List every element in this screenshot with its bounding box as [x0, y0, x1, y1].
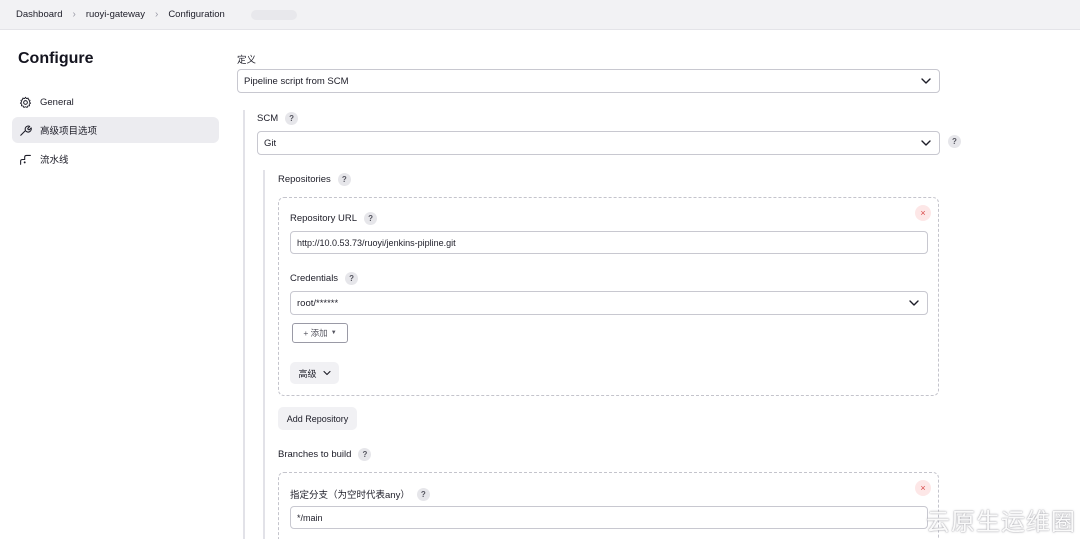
- add-credentials-label: + 添加: [303, 328, 328, 338]
- help-icon[interactable]: ?: [337, 173, 351, 186]
- definition-label: 定义: [237, 55, 257, 66]
- advanced-button[interactable]: 高级: [290, 362, 339, 384]
- help-icon[interactable]: ?: [358, 448, 372, 461]
- repository-url-input[interactable]: http://10.0.53.73/ruoyi/jenkins-pipline.…: [290, 231, 928, 254]
- sidebar-item-label: General: [40, 96, 74, 108]
- repositories-label: Repositories ?: [278, 173, 351, 186]
- branch-specifier-input[interactable]: */main: [290, 506, 928, 529]
- chevron-down-icon: [322, 370, 331, 376]
- scm-label-text: SCM: [257, 113, 279, 124]
- chevron-down-icon: [921, 78, 931, 84]
- branches-label-text: Branches to build: [278, 449, 352, 460]
- credentials-label: Credentials ?: [290, 272, 359, 285]
- subsection-indent-line: [263, 170, 265, 539]
- breadcrumb: Dashboard › ruoyi-gateway › Configuratio…: [0, 0, 1080, 30]
- scm-select[interactable]: Git: [257, 131, 940, 155]
- repository-url-label: Repository URL ?: [290, 212, 378, 225]
- repository-url-label-text: Repository URL: [290, 213, 358, 224]
- branch-specifier-label: 指定分支（为空时代表any） ?: [290, 487, 430, 501]
- gear-icon: [19, 96, 32, 108]
- sidebar-item-general[interactable]: General: [12, 89, 219, 115]
- chevron-right-icon: ›: [154, 9, 159, 20]
- watermark: 云原生运维圈: [926, 508, 1076, 536]
- repositories-label-text: Repositories: [278, 174, 331, 185]
- scm-value: Git: [264, 137, 277, 149]
- help-icon[interactable]: ?: [364, 212, 378, 225]
- definition-value: Pipeline script from SCM: [244, 75, 349, 87]
- add-repository-button[interactable]: Add Repository: [278, 407, 357, 430]
- sidebar-item-label: 流水线: [40, 155, 69, 166]
- credentials-label-text: Credentials: [290, 273, 339, 284]
- sidebar-item-pipeline[interactable]: 流水线: [12, 146, 219, 172]
- caret-down-icon: ▼: [330, 330, 337, 336]
- help-icon[interactable]: ?: [416, 487, 430, 501]
- section-indent-line: [243, 110, 245, 539]
- add-credentials-button[interactable]: + 添加 ▼: [292, 323, 348, 343]
- sidebar-item-advanced[interactable]: 高级项目选项: [12, 117, 219, 143]
- close-icon[interactable]: ×: [915, 205, 931, 221]
- help-icon[interactable]: ?: [948, 135, 961, 148]
- sidebar-item-label: 高级项目选项: [40, 126, 98, 137]
- breadcrumb-dashboard[interactable]: Dashboard: [12, 9, 66, 20]
- scm-label: SCM ?: [257, 112, 299, 125]
- advanced-label: 高级: [298, 368, 317, 379]
- chevron-down-icon: [921, 140, 931, 146]
- page-title: Configure: [18, 50, 94, 67]
- definition-select[interactable]: Pipeline script from SCM: [237, 69, 940, 93]
- pipeline-icon: [20, 154, 31, 165]
- close-icon[interactable]: ×: [915, 480, 931, 496]
- branch-specifier-label-text: 指定分支（为空时代表any）: [290, 490, 410, 501]
- help-icon[interactable]: ?: [345, 272, 359, 285]
- branches-label: Branches to build ?: [278, 448, 372, 461]
- repository-url-value: http://10.0.53.73/ruoyi/jenkins-pipline.…: [297, 237, 456, 248]
- wrench-icon: [20, 124, 32, 136]
- breadcrumb-configuration[interactable]: Configuration: [164, 9, 229, 20]
- breadcrumb-project[interactable]: ruoyi-gateway: [82, 9, 149, 20]
- credentials-select[interactable]: root/******: [290, 291, 928, 315]
- branch-specifier-value: */main: [297, 512, 323, 523]
- chevron-down-icon: [909, 300, 919, 306]
- breadcrumb-placeholder: [250, 9, 297, 20]
- help-icon[interactable]: ?: [285, 112, 299, 125]
- chevron-right-icon: ›: [72, 9, 76, 20]
- credentials-value: root/******: [297, 297, 339, 309]
